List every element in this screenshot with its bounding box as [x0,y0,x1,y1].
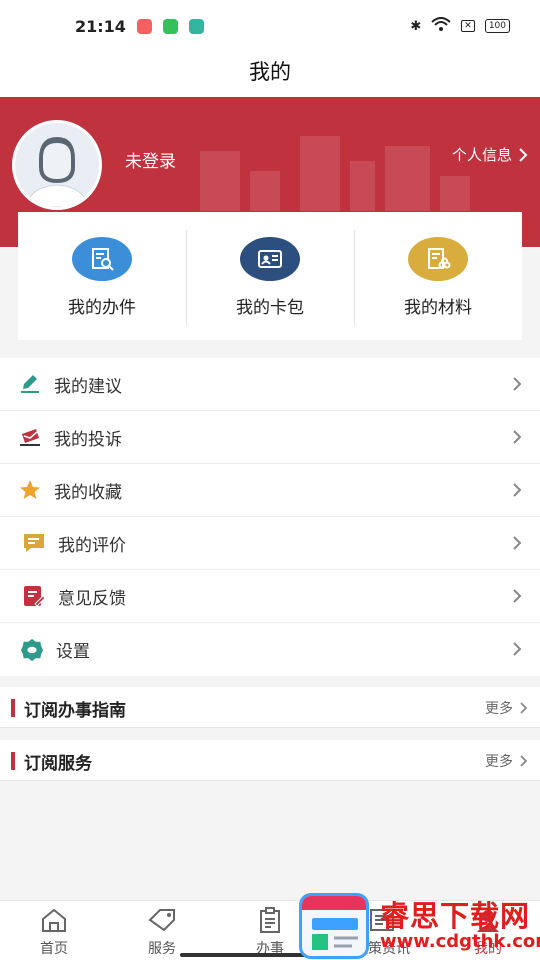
login-status[interactable]: 未登录 [125,147,176,172]
star-icon [18,478,42,502]
section-marker [11,699,15,717]
quick-action-label: 我的卡包 [236,298,304,318]
more-guides-link[interactable]: 更多 [485,698,528,718]
quick-action-label: 我的办件 [68,298,136,318]
search-document-icon [72,237,132,281]
section-marker [11,752,15,770]
feedback-icon [22,584,46,608]
skyline-decoration [250,171,280,211]
menu-item-label: 我的收藏 [54,482,122,503]
chevron-right-icon [513,430,522,444]
home-icon [24,907,84,933]
id-card-icon [240,237,300,281]
avatar[interactable] [12,120,102,210]
more-label: 更多 [485,754,513,770]
pencil-icon [18,372,42,396]
quick-actions-card: 我的办件 我的卡包 我的材料 [18,212,522,340]
section-title: 订阅办事指南 [24,701,126,721]
more-label: 更多 [485,701,513,717]
menu-item-label: 设置 [56,642,90,662]
tab-services[interactable]: 服务 [132,907,192,958]
my-materials-button[interactable]: 我的材料 [354,212,522,340]
watermark-logo [299,893,369,959]
chevron-right-icon [513,377,522,391]
complaint-icon [18,425,42,449]
menu-item-label: 我的建议 [54,376,122,397]
chevron-right-icon [513,483,522,497]
tab-label: 首页 [40,941,68,957]
menu-item-suggestions[interactable]: 我的建议 [0,358,540,411]
chevron-right-icon [513,589,522,603]
section-title: 订阅服务 [24,754,92,774]
status-time: 21:14 [75,17,126,36]
chevron-right-icon [513,642,522,656]
profile-info-link[interactable]: 个人信息 [452,144,528,165]
profile-info-label: 个人信息 [451,146,512,164]
my-applications-button[interactable]: 我的办件 [18,212,186,340]
tab-affairs[interactable]: 办事 [240,907,300,958]
page-header: 我的 [0,52,540,97]
comment-icon [22,531,46,555]
status-bar: 21:14 ✱ ✕ 100 [0,0,540,52]
wechat-app-icon [163,19,178,34]
menu-item-settings[interactable]: 设置 [0,623,540,676]
subscribed-services-row: 订阅服务 更多 [0,740,540,781]
page-title: 我的 [249,60,291,84]
chevron-right-icon [520,755,528,767]
bluetooth-icon: ✱ [410,18,422,34]
watermark: 睿思下载网 www.cdgthk.com [296,889,540,960]
skyline-decoration [440,176,470,211]
skyline-decoration [300,136,340,211]
watermark-url: www.cdgthk.com [380,931,540,952]
clipboard-icon [240,907,300,933]
sim-icon: ✕ [461,20,475,32]
menu-item-label: 意见反馈 [58,588,126,609]
status-icons: ✱ ✕ 100 [410,17,510,35]
menu-item-label: 我的评价 [58,535,126,556]
skyline-decoration [200,151,240,211]
chevron-right-icon [513,536,522,550]
wifi-icon [431,17,451,35]
menu-item-reviews[interactable]: 我的评价 [0,517,540,570]
settings-icon [20,638,44,662]
chevron-right-icon [519,147,528,162]
settings-menu: 我的建议 我的投诉 我的收藏 我的评价 意见反馈 设置 [0,358,540,676]
materials-icon [408,237,468,281]
menu-item-feedback[interactable]: 意见反馈 [0,570,540,623]
quick-action-label: 我的材料 [404,298,472,318]
chat-app-icon [189,19,204,34]
skyline-decoration [385,146,430,211]
tab-home[interactable]: 首页 [24,907,84,958]
skyline-decoration [350,161,375,211]
menu-item-complaints[interactable]: 我的投诉 [0,411,540,464]
video-app-icon [137,19,152,34]
watermark-title: 睿思下载网 [380,899,531,933]
more-services-link[interactable]: 更多 [485,751,528,771]
menu-item-favorites[interactable]: 我的收藏 [0,464,540,517]
my-card-wallet-button[interactable]: 我的卡包 [186,212,354,340]
subscribed-guides-row: 订阅办事指南 更多 [0,687,540,728]
tag-icon [132,907,192,933]
battery-icon: 100 [484,19,510,33]
chevron-right-icon [520,702,528,714]
menu-item-label: 我的投诉 [54,429,122,450]
